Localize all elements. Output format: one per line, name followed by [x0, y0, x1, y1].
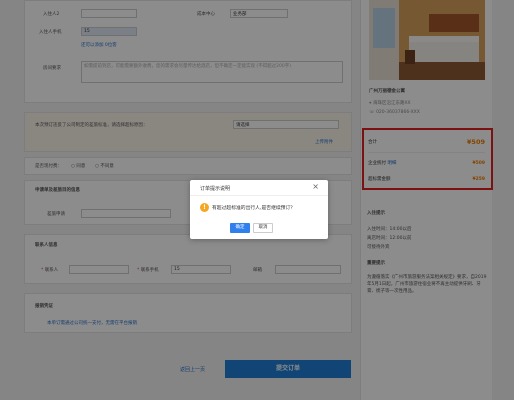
dialog-message: 有超过超标准的出行人,是否继续预订？ [212, 206, 296, 211]
warning-icon: ! [200, 203, 209, 212]
dialog-title: 订单提示说明 [200, 186, 231, 192]
dialog-divider [190, 195, 328, 196]
close-icon[interactable]: × [312, 183, 319, 191]
confirm-button[interactable]: 确定 [230, 223, 250, 233]
confirm-dialog: 订单提示说明 × ! 有超过超标准的出行人,是否继续预订？ 确定 取消 [190, 180, 328, 239]
cancel-button[interactable]: 取消 [253, 223, 273, 233]
